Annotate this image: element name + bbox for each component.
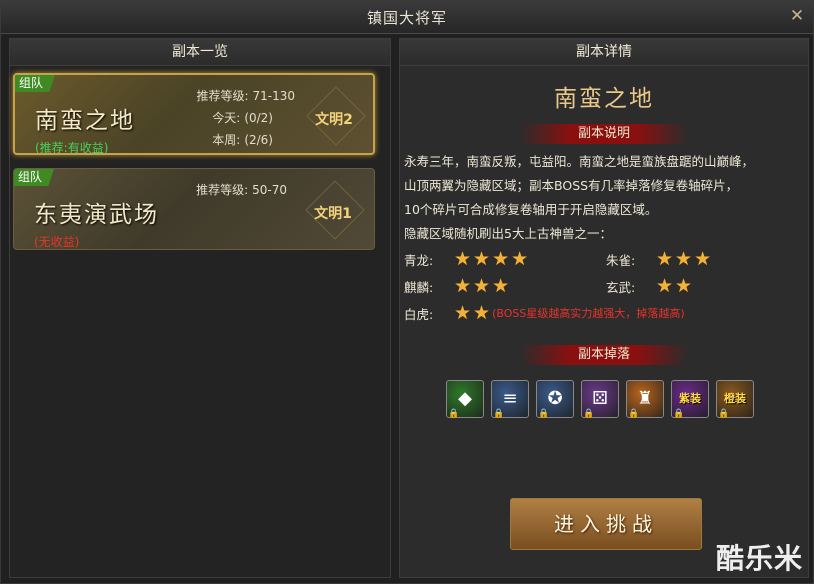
description-line: 隐藏区域随机刷出5大上古神兽之一： bbox=[404, 226, 612, 241]
dungeon-card-dongyi[interactable]: 组队 东夷演武场 (无收益) 推荐等级: 50-70 文明1 bbox=[13, 168, 375, 250]
lock-icon: 🔒 bbox=[628, 409, 640, 419]
gold-equip-icon[interactable]: 橙装 🔒 bbox=[716, 380, 754, 419]
beast-name: 麒麟: bbox=[404, 279, 434, 295]
dungeon-list-header: 副本一览 bbox=[10, 39, 390, 66]
star-icon: ★ bbox=[473, 275, 491, 297]
scroll-emblem-icon[interactable]: ✪ 🔒 bbox=[536, 380, 574, 419]
star-icon: ★ bbox=[675, 275, 693, 297]
today-label: 今天: bbox=[212, 111, 241, 125]
dungeon-list-panel: 副本一览 组队 南蛮之地 (推荐:有收益) 推荐等级: 71-130 今天: (0/… bbox=[9, 38, 391, 578]
beast-name: 玄武: bbox=[606, 279, 636, 295]
description-line: 山顶两翼为隐藏区域；副本BOSS有几率掉落修复卷轴碎片， bbox=[404, 178, 739, 193]
dice-icon[interactable]: ⚄ 🔒 bbox=[581, 380, 619, 419]
description-line: 永寿三年，南蛮反叛，屯益阳。南蛮之地是蛮族盘踞的山巅峰， bbox=[404, 154, 755, 169]
item-grade-tag: 橙装 bbox=[724, 392, 746, 405]
team-tag: 组队 bbox=[14, 169, 55, 186]
lock-icon: 🔒 bbox=[448, 409, 460, 419]
beast-row-xuanwu: 玄武: ★ ★ bbox=[606, 275, 694, 297]
week-row: 本周: (2/6) bbox=[165, 131, 273, 148]
dungeon-detail-panel: 副本详情 南蛮之地 副本说明 永寿三年，南蛮反叛，屯益阳。南蛮之地是蛮族盘踞的山… bbox=[399, 38, 809, 578]
beast-name: 青龙: bbox=[404, 252, 434, 268]
week-value: (2/6) bbox=[244, 133, 273, 147]
today-value: (0/2) bbox=[244, 111, 273, 125]
lock-icon: 🔒 bbox=[493, 409, 505, 419]
window-title: 镇国大将军 bbox=[366, 9, 447, 27]
drop-items: ◆ 🔒 ≡ 🔒 ✪ 🔒 ⚄ 🔒 ♜ 🔒 紫装 🔒 橙装 🔒 bbox=[446, 380, 766, 424]
drops-banner: 副本掉落 bbox=[520, 345, 688, 365]
title-bar: 镇国大将军 ✕ bbox=[1, 1, 813, 34]
dungeon-name: 东夷演武场 bbox=[34, 202, 159, 228]
badge-text: 文明1 bbox=[314, 206, 352, 222]
star-icon: ★ bbox=[473, 302, 491, 324]
star-rating: ★ ★ ★ bbox=[656, 248, 713, 270]
reward-status: (推荐:有收益) bbox=[35, 141, 109, 155]
star-icon: ★ bbox=[492, 275, 510, 297]
red-gem-icon[interactable]: ◆ 🔒 bbox=[446, 380, 484, 419]
star-icon: ★ bbox=[454, 302, 472, 324]
star-rating: ★ ★ bbox=[656, 275, 694, 297]
rec-level-row: 推荐等级: 50-70 bbox=[172, 181, 287, 198]
beast-row-baihu: 白虎: ★ ★ (BOSS星级越高实力越强大，掉落越高) bbox=[404, 302, 685, 324]
star-rating: ★ ★ bbox=[454, 302, 492, 324]
team-tag: 组队 bbox=[15, 75, 56, 92]
star-icon: ★ bbox=[473, 248, 491, 270]
star-rating: ★ ★ ★ ★ bbox=[454, 248, 530, 270]
armor-icon[interactable]: ♜ 🔒 bbox=[626, 380, 664, 419]
scroll-map-icon[interactable]: ≡ 🔒 bbox=[491, 380, 529, 419]
dungeon-detail-title: 南蛮之地 bbox=[554, 86, 654, 112]
rec-level-value: 50-70 bbox=[252, 183, 287, 197]
description-line: 10个碎片可合成修复卷轴用于开启隐藏区域。 bbox=[404, 202, 658, 217]
week-label: 本周: bbox=[212, 133, 241, 147]
boss-note: (BOSS星级越高实力越强大，掉落越高) bbox=[492, 307, 685, 320]
enter-challenge-button[interactable]: 进入挑战 bbox=[510, 498, 702, 550]
dungeon-window: 镇国大将军 ✕ 副本一览 组队 南蛮之地 (推荐:有收益) 推荐等级: 71-13… bbox=[0, 0, 814, 584]
rec-level-row: 推荐等级: 71-130 bbox=[165, 87, 295, 104]
dungeon-name: 南蛮之地 bbox=[35, 108, 135, 134]
star-icon: ★ bbox=[511, 248, 529, 270]
star-icon: ★ bbox=[675, 248, 693, 270]
purple-equip-icon[interactable]: 紫装 🔒 bbox=[671, 380, 709, 419]
today-row: 今天: (0/2) bbox=[165, 109, 273, 126]
star-icon: ★ bbox=[492, 248, 510, 270]
civilization-badge: 文明2 bbox=[305, 86, 366, 146]
star-icon: ★ bbox=[656, 248, 674, 270]
dungeon-detail-header: 副本详情 bbox=[400, 39, 808, 66]
rec-level-label: 推荐等级: bbox=[196, 183, 249, 197]
lock-icon: 🔒 bbox=[673, 409, 685, 419]
star-rating: ★ ★ ★ bbox=[454, 275, 511, 297]
rec-level-label: 推荐等级: bbox=[196, 89, 249, 103]
close-icon[interactable]: ✕ bbox=[787, 6, 807, 26]
beast-name: 白虎: bbox=[404, 306, 434, 322]
rec-level-value: 71-130 bbox=[252, 89, 295, 103]
beast-name: 朱雀: bbox=[606, 252, 636, 268]
star-icon: ★ bbox=[454, 275, 472, 297]
beast-row-zhuque: 朱雀: ★ ★ ★ bbox=[606, 248, 713, 270]
watermark: 酷乐米 bbox=[715, 542, 803, 575]
beast-row-qilin: 麒麟: ★ ★ ★ bbox=[404, 275, 511, 297]
dungeon-card-nanman[interactable]: 组队 南蛮之地 (推荐:有收益) 推荐等级: 71-130 今天: (0/2) 本周… bbox=[13, 73, 375, 155]
badge-text: 文明2 bbox=[315, 112, 353, 128]
lock-icon: 🔒 bbox=[583, 409, 595, 419]
beast-row-qinglong: 青龙: ★ ★ ★ ★ bbox=[404, 248, 530, 270]
item-grade-tag: 紫装 bbox=[679, 392, 701, 405]
star-icon: ★ bbox=[454, 248, 472, 270]
civilization-badge: 文明1 bbox=[304, 180, 365, 240]
reward-status: (无收益) bbox=[34, 235, 80, 249]
description-text: 永寿三年，南蛮反叛，屯益阳。南蛮之地是蛮族盘踞的山巅峰， 山顶两翼为隐藏区域；副… bbox=[404, 150, 804, 246]
description-banner: 副本说明 bbox=[520, 124, 688, 144]
star-icon: ★ bbox=[656, 275, 674, 297]
lock-icon: 🔒 bbox=[538, 409, 550, 419]
star-icon: ★ bbox=[694, 248, 712, 270]
lock-icon: 🔒 bbox=[718, 409, 730, 419]
